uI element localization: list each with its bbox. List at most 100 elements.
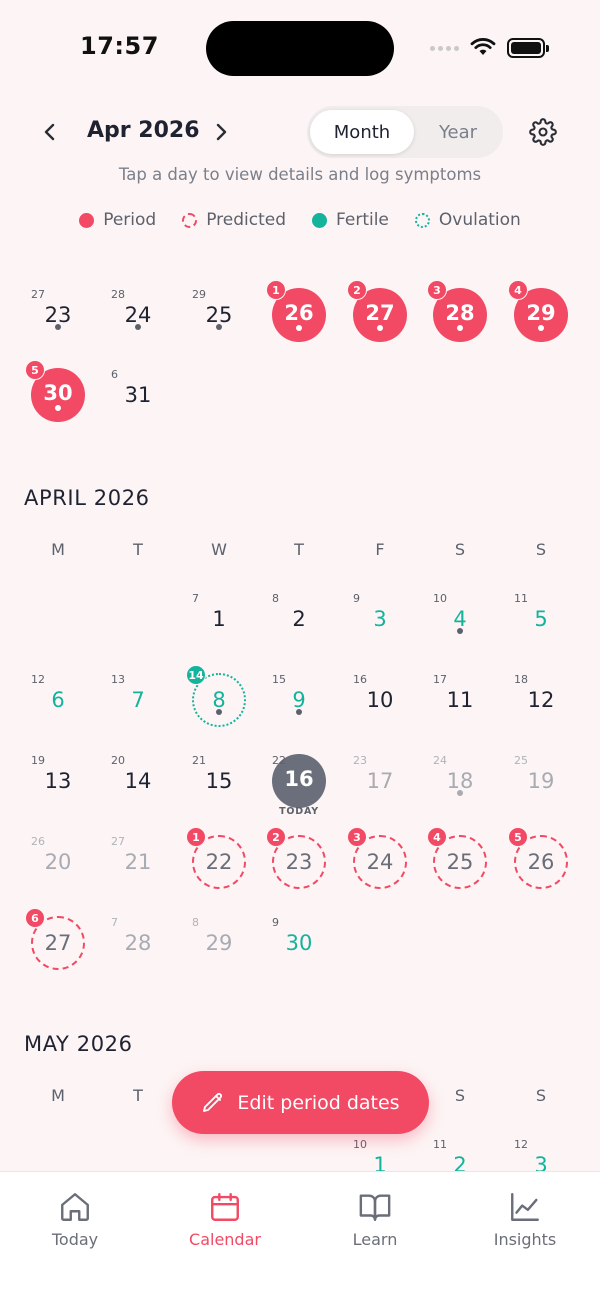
day-number: 26 <box>284 301 314 325</box>
day-cell[interactable]: 27 21 <box>98 827 178 907</box>
day-cell[interactable]: 27 6 <box>18 908 98 988</box>
day-cell[interactable]: 24 18 <box>420 746 500 826</box>
weekday-label: S <box>535 1086 547 1105</box>
legend-predicted-label: Predicted <box>206 210 287 230</box>
week-row: 27 23 28 24 29 25 26 1 27 2 28 3 29 4 <box>0 280 600 360</box>
day-cell[interactable]: 20 14 <box>98 746 178 826</box>
weekday-label: S <box>535 540 547 559</box>
day-cell[interactable]: 21 15 <box>179 746 259 826</box>
day-cell[interactable]: 27 23 <box>18 280 98 360</box>
day-cell[interactable]: 28 3 <box>420 280 500 360</box>
day-cell[interactable]: 23 17 <box>340 746 420 826</box>
weekday-label: M <box>51 540 65 559</box>
day-number: 2 <box>292 607 306 631</box>
day-cell[interactable]: 29 25 <box>179 280 259 360</box>
cycle-day-label: 26 <box>31 835 45 848</box>
cycle-day-badge: 3 <box>427 280 447 300</box>
legend-fertile-label: Fertile <box>336 210 389 230</box>
day-cell[interactable]: 18 12 <box>501 665 581 745</box>
view-mode-toggle: Month Year <box>307 106 503 158</box>
next-month-button[interactable] <box>203 114 239 150</box>
weekday-label: W <box>211 540 227 559</box>
day-cell[interactable]: 6 31 <box>98 360 178 440</box>
day-cell[interactable]: 71 <box>179 584 259 664</box>
day-cell[interactable]: 26 1 <box>259 280 339 360</box>
cycle-day-label: 8 <box>192 916 199 929</box>
cycle-day-label: 6 <box>111 368 118 381</box>
day-cell[interactable]: 10 4 <box>420 584 500 664</box>
day-cell[interactable]: 28 24 <box>98 280 178 360</box>
day-cell[interactable]: 8 29 <box>179 908 259 988</box>
day-number: 7 <box>131 688 145 712</box>
weekday-label: T <box>133 540 143 559</box>
weekday-label: T <box>133 1086 143 1105</box>
logged-symptom-dot <box>377 325 383 331</box>
cycle-day-label: 28 <box>111 288 125 301</box>
day-number: 11 <box>446 688 474 712</box>
day-cell[interactable]: 26 20 <box>18 827 98 907</box>
tab-calendar[interactable]: Calendar <box>165 1190 285 1260</box>
day-cell[interactable]: 22 1 <box>179 827 259 907</box>
logged-symptom-dot <box>55 405 61 411</box>
day-cell[interactable]: 26 5 <box>501 827 581 907</box>
logged-symptom-dot <box>55 324 61 330</box>
day-cell[interactable]: 11 5 <box>501 584 581 664</box>
cycle-day-badge: 2 <box>266 827 286 847</box>
month-title: Apr 2026 <box>87 118 200 143</box>
day-cell[interactable]: 25 4 <box>420 827 500 907</box>
day-number: 6 <box>51 688 65 712</box>
cycle-day-label: 19 <box>31 754 45 767</box>
tab-today[interactable]: Today <box>15 1190 135 1260</box>
day-cell[interactable]: 8 14 <box>179 665 259 745</box>
day-cell[interactable]: 22 16 TODAY <box>259 746 339 826</box>
status-time: 17:57 <box>80 32 159 60</box>
cycle-day-label: 16 <box>353 673 367 686</box>
day-cell[interactable]: 7 28 <box>98 908 178 988</box>
chart-icon <box>511 1193 539 1221</box>
tab-learn[interactable]: Learn <box>315 1190 435 1260</box>
edit-period-dates-button[interactable]: Edit period dates <box>172 1071 429 1134</box>
day-cell[interactable]: 24 3 <box>340 827 420 907</box>
day-cell[interactable]: 17 11 <box>420 665 500 745</box>
day-cell[interactable]: 25 19 <box>501 746 581 826</box>
day-number: 21 <box>124 850 152 874</box>
day-cell[interactable]: 9 30 <box>259 908 339 988</box>
logged-symptom-dot <box>216 324 222 330</box>
day-number: 23 <box>285 850 313 874</box>
day-cell[interactable]: 93 <box>340 584 420 664</box>
day-cell[interactable]: 27 2 <box>340 280 420 360</box>
month-view-button[interactable]: Month <box>310 110 414 154</box>
cycle-day-label: 12 <box>31 673 45 686</box>
day-number: 13 <box>44 769 72 793</box>
weekday-label: S <box>454 540 466 559</box>
day-cell[interactable]: 12 6 <box>18 665 98 745</box>
previous-month-button[interactable] <box>32 114 68 150</box>
day-number: 27 <box>365 301 395 325</box>
cycle-day-badge: 1 <box>186 827 206 847</box>
cycle-day-badge: 5 <box>508 827 528 847</box>
april-weekday-header: MTWTFSS <box>0 540 600 564</box>
logged-symptom-dot <box>457 790 463 796</box>
day-cell[interactable]: 16 10 <box>340 665 420 745</box>
day-number: 27 <box>44 931 72 955</box>
day-cell[interactable]: 19 13 <box>18 746 98 826</box>
cycle-day-badge: 14 <box>186 665 206 685</box>
day-cell[interactable]: 13 7 <box>98 665 178 745</box>
logged-symptom-dot <box>296 709 302 715</box>
day-cell[interactable]: 29 4 <box>501 280 581 360</box>
week-row: 27 6 7 28 8 29 9 30 <box>0 908 600 988</box>
fertile-swatch-icon <box>312 212 328 228</box>
logged-symptom-dot <box>216 709 222 715</box>
day-number: 17 <box>366 769 394 793</box>
signal-icon <box>430 46 459 51</box>
day-cell[interactable]: 23 2 <box>259 827 339 907</box>
cycle-day-label: 18 <box>514 673 528 686</box>
settings-button[interactable] <box>525 114 561 150</box>
day-cell[interactable]: 30 5 <box>18 360 98 440</box>
day-cell[interactable]: 82 <box>259 584 339 664</box>
year-view-button[interactable]: Year <box>415 110 501 154</box>
day-cell[interactable]: 15 9 <box>259 665 339 745</box>
battery-icon <box>507 38 549 58</box>
weekday-label: S <box>454 1086 466 1105</box>
tab-insights[interactable]: Insights <box>465 1190 585 1260</box>
